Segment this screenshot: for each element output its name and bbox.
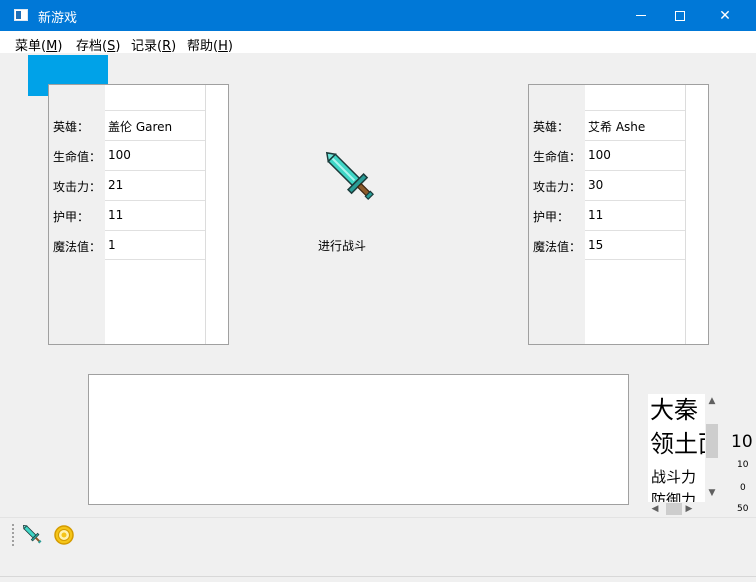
scroll-left-icon[interactable]: ◀ — [648, 502, 662, 516]
stat-row-armor: 护甲： 11 — [529, 200, 685, 230]
stat-value[interactable]: 1 — [105, 230, 205, 260]
stat-label: 攻击力： — [53, 180, 102, 194]
vertical-scroll-thumb[interactable] — [706, 424, 718, 458]
main-window: 新游戏 ✕ 菜单(M) 存档(S) 记录(R) 帮助(H) 英雄： 盖伦 Gar… — [0, 0, 756, 582]
stat-label: 英雄： — [53, 120, 90, 134]
menu-item-label: 记录 — [131, 39, 158, 54]
stat-value[interactable]: 11 — [585, 200, 685, 230]
info-line-3: 战斗力 — [651, 468, 697, 486]
stat-label: 魔法值： — [533, 240, 582, 254]
scroll-right-icon[interactable]: ▶ — [682, 502, 696, 516]
battle-log-textarea[interactable] — [88, 374, 629, 505]
stat-label: 魔法值： — [53, 240, 102, 254]
stat-value[interactable]: 21 — [105, 170, 205, 200]
stat-value[interactable]: 30 — [585, 170, 685, 200]
toolbar — [0, 517, 756, 552]
stat-row-hp: 生命值： 100 — [529, 140, 685, 170]
stat-row-armor: 护甲： 11 — [49, 200, 205, 230]
info-content: 大秦 领土面 战斗力 防御力 — [648, 394, 706, 504]
horizontal-scroll-thumb[interactable] — [666, 503, 682, 515]
menu-item-menu[interactable]: 菜单(M) — [15, 35, 62, 54]
window-bottom-edge — [0, 576, 756, 582]
window-title: 新游戏 — [38, 11, 78, 26]
scroll-down-icon[interactable]: ▼ — [705, 486, 719, 500]
close-button[interactable]: ✕ — [702, 0, 748, 31]
app-icon — [14, 9, 28, 21]
stat-label: 生命值： — [53, 150, 102, 164]
stat-value[interactable]: 100 — [105, 140, 205, 170]
menu-item-label: 帮助 — [187, 39, 214, 54]
coin-icon[interactable] — [52, 523, 76, 547]
stat-row-attack: 攻击力： 21 — [49, 170, 205, 200]
stat-row-attack: 攻击力： 30 — [529, 170, 685, 200]
menu-bar: 菜单(M) 存档(S) 记录(R) 帮助(H) — [0, 31, 756, 54]
sword-icon[interactable] — [320, 150, 386, 208]
stat-label: 攻击力： — [533, 180, 582, 194]
stat-row-mana: 魔法值： 1 — [49, 230, 205, 260]
info-line-1: 大秦 — [650, 396, 698, 424]
minimize-icon — [636, 15, 646, 16]
stat-value[interactable]: 15 — [585, 230, 685, 260]
close-icon: ✕ — [719, 7, 731, 24]
menu-mnemonic: S — [107, 39, 116, 54]
menu-mnemonic: R — [162, 39, 172, 54]
axis-tick: 10 — [737, 460, 749, 470]
hero-left-table: 英雄： 盖伦 Garen 生命值： 100 攻击力： 21 护甲： 11 魔法值… — [48, 84, 229, 345]
info-scroll-area[interactable]: 大秦 领土面 战斗力 防御力 ▲ ▼ ◀ ▶ — [648, 394, 720, 516]
title-bar[interactable]: 新游戏 ✕ — [0, 0, 756, 31]
maximize-icon — [675, 10, 685, 21]
stat-label: 英雄： — [533, 120, 570, 134]
axis-tick: 0 — [740, 483, 746, 493]
vertical-scrollbar[interactable]: ▲ ▼ — [705, 394, 719, 504]
stat-label: 生命值： — [533, 150, 582, 164]
hero-right-table: 英雄： 艾希 Ashe 生命值： 100 攻击力： 30 护甲： 11 魔法值：… — [528, 84, 709, 345]
scroll-up-icon[interactable]: ▲ — [705, 394, 719, 408]
stat-row-hero: 英雄： 盖伦 Garen — [49, 110, 205, 140]
info-line-2: 领土面 — [650, 430, 706, 458]
axis-tick: 50 — [737, 504, 749, 514]
maximize-button[interactable] — [657, 0, 703, 31]
toolbar-grip[interactable] — [12, 524, 16, 546]
stat-label: 护甲： — [53, 210, 90, 224]
menu-item-label: 菜单 — [15, 39, 42, 54]
stat-value[interactable]: 11 — [105, 200, 205, 230]
menu-item-help[interactable]: 帮助(H) — [187, 35, 233, 54]
menu-item-save[interactable]: 存档(S) — [76, 35, 120, 54]
stat-value[interactable]: 100 — [585, 140, 685, 170]
horizontal-scrollbar[interactable]: ◀ ▶ — [648, 502, 705, 516]
menu-mnemonic: H — [218, 39, 228, 54]
axis-label: 10 — [731, 432, 753, 452]
stat-row-mana: 魔法值： 15 — [529, 230, 685, 260]
stat-row-hp: 生命值： 100 — [49, 140, 205, 170]
menu-mnemonic: M — [46, 39, 58, 54]
stat-value[interactable]: 盖伦 Garen — [105, 110, 205, 140]
menu-item-label: 存档 — [76, 39, 103, 54]
menu-item-records[interactable]: 记录(R) — [131, 35, 176, 54]
stat-value[interactable]: 艾希 Ashe — [585, 110, 685, 140]
stat-row-hero: 英雄： 艾希 Ashe — [529, 110, 685, 140]
battle-label[interactable]: 进行战斗 — [318, 237, 366, 254]
stat-label: 护甲： — [533, 210, 570, 224]
sword-icon[interactable] — [21, 523, 45, 547]
